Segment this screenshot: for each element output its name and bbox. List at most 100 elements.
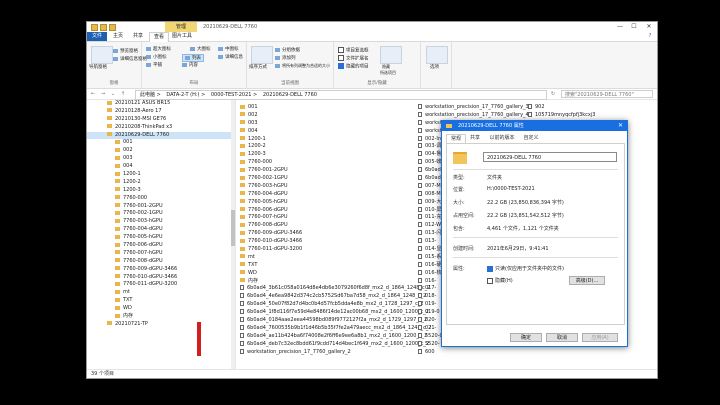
- list-item[interactable]: 105719mnyqcfpfj3kcxj3: [528, 111, 656, 120]
- list-item[interactable]: 7760-005-hGPU: [240, 199, 410, 207]
- list-item[interactable]: TXT: [240, 262, 410, 270]
- options-icon[interactable]: [426, 46, 448, 64]
- refresh-icon[interactable]: ↻: [549, 90, 557, 98]
- add-columns-button[interactable]: 添加列: [275, 55, 296, 61]
- list-item[interactable]: 内存: [240, 278, 410, 286]
- tree-item[interactable]: 20210130-MSI GE76: [87, 116, 235, 124]
- new-folder-icon[interactable]: [100, 24, 107, 31]
- list-item[interactable]: 7760-002-1GPU: [240, 175, 410, 183]
- breadcrumb-item[interactable]: DATA-2-T (H:): [166, 92, 199, 98]
- tree-item[interactable]: 1200-2: [87, 179, 235, 187]
- list-item[interactable]: 7760-003-hGPU: [240, 183, 410, 191]
- ok-button[interactable]: 确定: [510, 333, 542, 342]
- manage-context-tab[interactable]: 管理: [165, 22, 197, 32]
- small-icons-option[interactable]: 小图标: [146, 54, 167, 60]
- breadcrumb[interactable]: 此电脑 > DATA-2-T (H:) > 0000-TEST-2021 > 2…: [135, 90, 547, 100]
- tree-item[interactable]: 内存: [87, 313, 235, 321]
- help-icon[interactable]: ?: [645, 32, 655, 41]
- tab-home[interactable]: 主页: [109, 32, 127, 41]
- tree-item[interactable]: 7760-003-hGPU: [87, 218, 235, 226]
- navigation-pane-button[interactable]: 导航窗格: [89, 64, 107, 70]
- list-item[interactable]: 002: [240, 112, 410, 120]
- tree-item[interactable]: 003: [87, 155, 235, 163]
- dialog-close-button[interactable]: ✕: [618, 121, 623, 131]
- advanced-button[interactable]: 高级(D)...: [569, 276, 605, 285]
- tree-item[interactable]: 7760-002-1GPU: [87, 210, 235, 218]
- list-view-option[interactable]: 列表: [182, 54, 204, 62]
- tab-view[interactable]: 查看: [149, 32, 169, 42]
- list-item[interactable]: 902: [528, 104, 656, 112]
- tree-item[interactable]: 20210121 ASUS BR15: [87, 100, 235, 108]
- group-by-button[interactable]: 分组依据: [275, 47, 300, 53]
- list-item[interactable]: 7760-011-dGPU-3200: [240, 246, 410, 254]
- list-item[interactable]: 7760-000: [240, 159, 410, 167]
- folder-name-field[interactable]: 20210629-DELL 7760: [483, 152, 617, 162]
- list-item[interactable]: workstation_precision_17_7760_gallery_2: [240, 348, 410, 357]
- tree-item[interactable]: 7760-007-hGPU: [87, 250, 235, 258]
- list-item[interactable]: mt: [240, 254, 410, 262]
- list-item[interactable]: 6b0ad4_50e07f82d7d4bc0b4d57fcb5dda4e8b_m…: [240, 301, 424, 309]
- list-item[interactable]: 6b0ad4_3b61c058a0164d8e4db6e3079260f6d8f…: [240, 285, 430, 293]
- tree-item[interactable]: 004: [87, 163, 235, 171]
- list-item[interactable]: 7760-001-2GPU: [240, 167, 410, 175]
- tree-item[interactable]: 1200-1: [87, 171, 235, 179]
- tree-item[interactable]: 7760-008-dGPU: [87, 258, 235, 266]
- cancel-button[interactable]: 取消: [546, 333, 578, 342]
- extra-large-icons-option[interactable]: 超大图标: [146, 46, 171, 52]
- close-button[interactable]: ✕: [642, 22, 656, 32]
- tab-share[interactable]: 共享: [129, 32, 147, 41]
- tree-item[interactable]: TXT: [87, 297, 235, 305]
- recent-chevron-icon[interactable]: ⌄: [109, 90, 117, 98]
- list-item[interactable]: 003: [240, 120, 410, 128]
- sort-by-button[interactable]: 排序方式: [249, 64, 267, 70]
- list-item[interactable]: 6b0ad4_ae11b424ba6f74008e2f6ff6e9ee6a8b1…: [240, 332, 427, 341]
- tree-item[interactable]: 001: [87, 139, 235, 147]
- breadcrumb-item[interactable]: 20210629-DELL 7760: [263, 92, 317, 98]
- minimize-button[interactable]: —: [613, 22, 627, 32]
- list-item[interactable]: 1200-1: [240, 136, 410, 144]
- list-item[interactable]: 7760-004-dGPU: [240, 191, 410, 199]
- file-extensions-toggle[interactable]: 文件扩展名: [338, 55, 369, 62]
- navigation-pane-icon[interactable]: [91, 46, 113, 64]
- properties-icon[interactable]: [91, 24, 98, 31]
- tree-item[interactable]: 1200-3: [87, 187, 235, 195]
- item-checkboxes-toggle[interactable]: 项目复选框: [338, 47, 369, 54]
- list-item[interactable]: 6b0ad4_4e6ea9842d374c2cb5752Sd67ba7d58_m…: [240, 293, 426, 301]
- breadcrumb-item[interactable]: 此电脑: [140, 92, 155, 98]
- size-columns-button[interactable]: 将所有列调整为合适的大小: [275, 63, 330, 69]
- tab-picture-tools[interactable]: 图片工具: [169, 32, 195, 41]
- sort-by-icon[interactable]: [251, 46, 273, 64]
- scrollbar-thumb[interactable]: [231, 210, 235, 246]
- tab-previous-versions[interactable]: 以前的版本: [486, 134, 518, 142]
- tree-item[interactable]: 7760-001-2GPU: [87, 203, 235, 211]
- breadcrumb-item[interactable]: 0000-TEST-2021: [211, 92, 252, 98]
- up-arrow-icon[interactable]: ↑: [119, 90, 127, 98]
- list-item[interactable]: 001: [240, 104, 410, 112]
- hidden-checkbox[interactable]: 隐藏(H): [487, 277, 513, 284]
- search-input[interactable]: 搜索"20210629-DELL 7760": [561, 90, 653, 98]
- list-item[interactable]: 7760-010-dGPU-3466: [240, 238, 410, 246]
- tab-file[interactable]: 文件: [87, 32, 107, 41]
- tab-sharing[interactable]: 共享: [466, 134, 484, 142]
- tree-scrollbar[interactable]: [231, 100, 235, 369]
- tree-item[interactable]: mt: [87, 289, 235, 297]
- preview-pane-button[interactable]: 预览窗格: [113, 48, 138, 54]
- tree-item[interactable]: 7760-004-dGPU: [87, 226, 235, 234]
- tree-item[interactable]: 002: [87, 147, 235, 155]
- tree-item[interactable]: 7760-006-dGPU: [87, 242, 235, 250]
- tree-item[interactable]: 20210128-Aero 17: [87, 108, 235, 116]
- list-item[interactable]: 7760-006-dGPU: [240, 207, 410, 215]
- list-item[interactable]: 1200-3: [240, 151, 410, 159]
- readonly-checkbox[interactable]: 只读(仅应用于文件夹中的文件): [487, 265, 564, 272]
- tree-item[interactable]: 7760-010-dGPU-3466: [87, 274, 235, 282]
- tab-customize[interactable]: 自定义: [520, 134, 542, 142]
- apply-button[interactable]: 应用(A): [582, 333, 618, 342]
- list-item[interactable]: 6b0ad4_0184aae2eea44598bd089f9772127f2a_…: [240, 317, 427, 325]
- large-icons-option[interactable]: 大图标: [190, 46, 211, 52]
- tree-item[interactable]: 20210208-ThinkPad x3: [87, 124, 235, 132]
- list-item[interactable]: 6b0ad4_1f8d116f7e59d4e8486f14de12ac00b68…: [240, 309, 429, 317]
- medium-icons-option[interactable]: 中图标: [218, 46, 239, 52]
- content-view-option[interactable]: 内容: [182, 62, 198, 68]
- list-item[interactable]: 600: [418, 348, 508, 357]
- back-arrow-icon[interactable]: ←: [89, 90, 97, 98]
